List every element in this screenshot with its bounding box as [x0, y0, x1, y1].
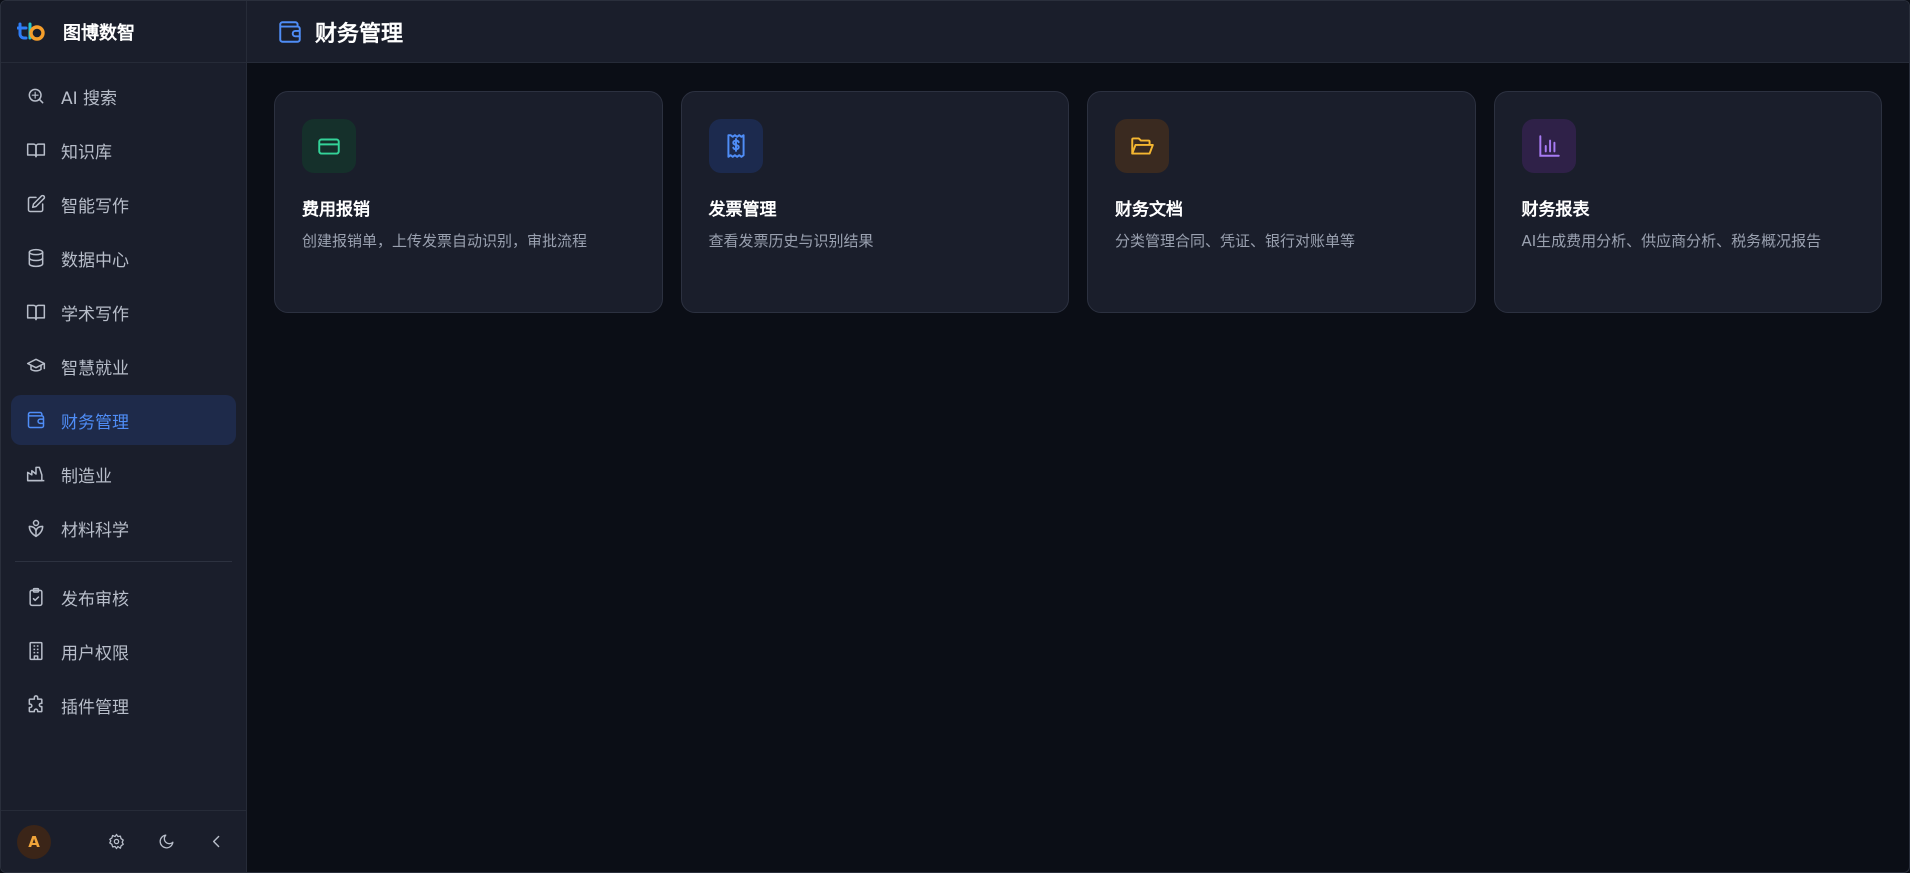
book-icon [25, 301, 47, 323]
card-description: 查看发票历史与识别结果 [708, 232, 874, 250]
sidebar-item-ai-search[interactable]: AI 搜索 [11, 71, 236, 121]
credit-card-icon [302, 119, 356, 173]
card-expense-reimbursement[interactable]: 费用报销 创建报销单，上传发票自动识别，审批流程 [274, 91, 663, 313]
sidebar-item-label: 用户权限 [61, 643, 129, 664]
sidebar-item-user-permissions[interactable]: 用户权限 [11, 626, 236, 676]
brand[interactable]: 图博数智 [1, 1, 246, 63]
database-icon [25, 247, 47, 269]
sidebar-item-smart-employment[interactable]: 智慧就业 [11, 341, 236, 391]
card-grid: 费用报销 创建报销单，上传发票自动识别，审批流程 发票管理 查看发票历史与识别结… [247, 63, 1909, 341]
card-title: 发票管理 [708, 200, 777, 220]
sidebar-item-label: 学术写作 [61, 304, 129, 325]
card-description: 创建报销单，上传发票自动识别，审批流程 [302, 232, 588, 250]
graduation-cap-icon [25, 355, 47, 377]
card-title: 费用报销 [302, 200, 370, 220]
sidebar-item-label: 知识库 [61, 142, 112, 163]
brand-logo-icon [17, 22, 45, 41]
card-finance-documents[interactable]: 财务文档 分类管理合同、凭证、银行对账单等 [1087, 91, 1476, 313]
moon-icon[interactable] [156, 832, 176, 852]
edit-icon [25, 193, 47, 215]
sidebar-item-label: 插件管理 [61, 697, 129, 718]
sidebar-item-manufacturing[interactable]: 制造业 [11, 449, 236, 499]
sidebar-item-plugin-management[interactable]: 插件管理 [11, 680, 236, 730]
sidebar: 图博数智 AI 搜索 知识库 智能写作 数据中心 学术写作 智慧就业 财务管理 … [1, 1, 247, 872]
card-description: AI生成费用分析、供应商分析、税务概况报告 [1521, 232, 1822, 250]
folder-open-icon [1115, 119, 1169, 173]
clipboard-check-icon [25, 586, 47, 608]
card-finance-reports[interactable]: 财务报表 AI生成费用分析、供应商分析、税务概况报告 [1493, 91, 1882, 313]
sidebar-item-label: 财务管理 [61, 412, 129, 433]
wallet-icon [25, 409, 47, 431]
sidebar-item-data-center[interactable]: 数据中心 [11, 233, 236, 283]
card-title: 财务报表 [1521, 200, 1590, 220]
receipt-icon [708, 119, 763, 173]
sidebar-item-label: 智慧就业 [61, 358, 129, 379]
ai-search-icon [25, 85, 47, 107]
atom-leaf-icon [25, 517, 47, 539]
wallet-icon [279, 20, 301, 43]
sidebar-item-knowledge-base[interactable]: 知识库 [11, 125, 236, 175]
sidebar-item-label: 材料科学 [61, 520, 129, 541]
sidebar-nav: AI 搜索 知识库 智能写作 数据中心 学术写作 智慧就业 财务管理 制造业 材… [1, 63, 246, 810]
main-area: 财务管理 费用报销 创建报销单，上传发票自动识别，审批流程 发票管理 查看发票历… [247, 1, 1909, 872]
puzzle-icon [25, 694, 47, 716]
nav-divider [15, 561, 232, 562]
book-open-icon [25, 139, 47, 161]
sidebar-item-finance[interactable]: 财务管理 [11, 395, 236, 445]
sidebar-item-academic-writing[interactable]: 学术写作 [11, 287, 236, 337]
brand-name: 图博数智 [63, 22, 135, 44]
sidebar-item-label: 智能写作 [61, 196, 129, 217]
footer-actions [106, 832, 230, 852]
chevron-left-icon[interactable] [206, 832, 226, 852]
card-title: 财务文档 [1115, 200, 1183, 220]
factory-icon [25, 463, 47, 485]
sidebar-item-smart-writing[interactable]: 智能写作 [11, 179, 236, 229]
bar-chart-icon [1521, 119, 1576, 173]
avatar[interactable]: A [17, 824, 51, 859]
sidebar-item-materials-science[interactable]: 材料科学 [11, 503, 236, 553]
sidebar-item-label: 数据中心 [61, 250, 129, 271]
card-description: 分类管理合同、凭证、银行对账单等 [1115, 232, 1356, 250]
gear-icon[interactable] [106, 832, 126, 852]
sidebar-item-label: AI 搜索 [61, 88, 118, 109]
sidebar-footer: A [1, 810, 246, 872]
building-icon [25, 640, 47, 662]
app-window: 图博数智 AI 搜索 知识库 智能写作 数据中心 学术写作 智慧就业 财务管理 … [0, 0, 1910, 873]
card-invoice-management[interactable]: 发票管理 查看发票历史与识别结果 [680, 91, 1069, 313]
sidebar-item-publish-review[interactable]: 发布审核 [11, 572, 236, 622]
topbar: 财务管理 [247, 1, 1909, 63]
sidebar-item-label: 发布审核 [61, 589, 129, 610]
page-title: 财务管理 [315, 21, 404, 47]
sidebar-item-label: 制造业 [61, 466, 112, 487]
